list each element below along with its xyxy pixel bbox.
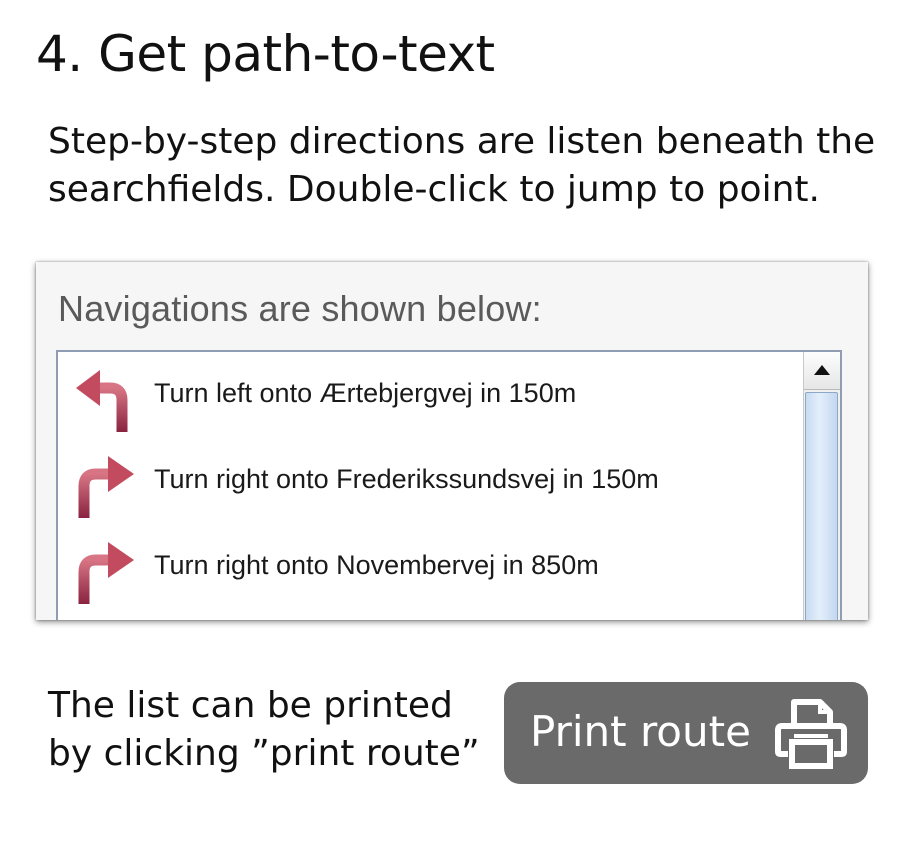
tutorial-page: 4. Get path-to-text Step-by-step directi… bbox=[0, 0, 900, 849]
direction-text: Turn right onto Frederikssundsvej in 150… bbox=[154, 464, 659, 494]
printer-icon bbox=[775, 699, 847, 769]
direction-item[interactable]: Turn left onto Ærtebjergvej in 150m bbox=[58, 354, 804, 440]
print-instructions: The list can be printed by clicking ”pri… bbox=[48, 685, 480, 774]
directions-panel-screenshot: Navigations are shown below: Turn left o… bbox=[36, 262, 868, 620]
scroll-thumb[interactable] bbox=[805, 392, 838, 620]
step-description: Step-by-step directions are listen benea… bbox=[48, 121, 876, 210]
direction-text: Turn right onto Novembervej in 850m bbox=[154, 550, 599, 580]
scroll-up-arrow-icon bbox=[814, 365, 830, 375]
print-route-label: Print route bbox=[530, 707, 751, 756]
direction-item[interactable]: Turn right onto Frederikssundsvej in 150… bbox=[58, 440, 804, 526]
directions-list[interactable]: Turn left onto Ærtebjergvej in 150m Turn… bbox=[56, 350, 842, 620]
turn-left-arrow-icon bbox=[76, 370, 128, 432]
turn-right-arrow-icon bbox=[78, 542, 134, 604]
turn-right-arrow-icon bbox=[78, 456, 134, 518]
step-title: 4. Get path-to-text bbox=[36, 25, 495, 83]
directions-heading: Navigations are shown below: bbox=[58, 288, 542, 329]
list-scrollbar[interactable] bbox=[803, 352, 840, 620]
direction-text: Turn left onto Ærtebjergvej in 150m bbox=[154, 378, 577, 408]
print-route-button[interactable]: Print route bbox=[504, 682, 868, 784]
direction-item[interactable]: Turn right onto Novembervej in 850m bbox=[58, 526, 804, 612]
scroll-up-button[interactable] bbox=[804, 352, 840, 390]
